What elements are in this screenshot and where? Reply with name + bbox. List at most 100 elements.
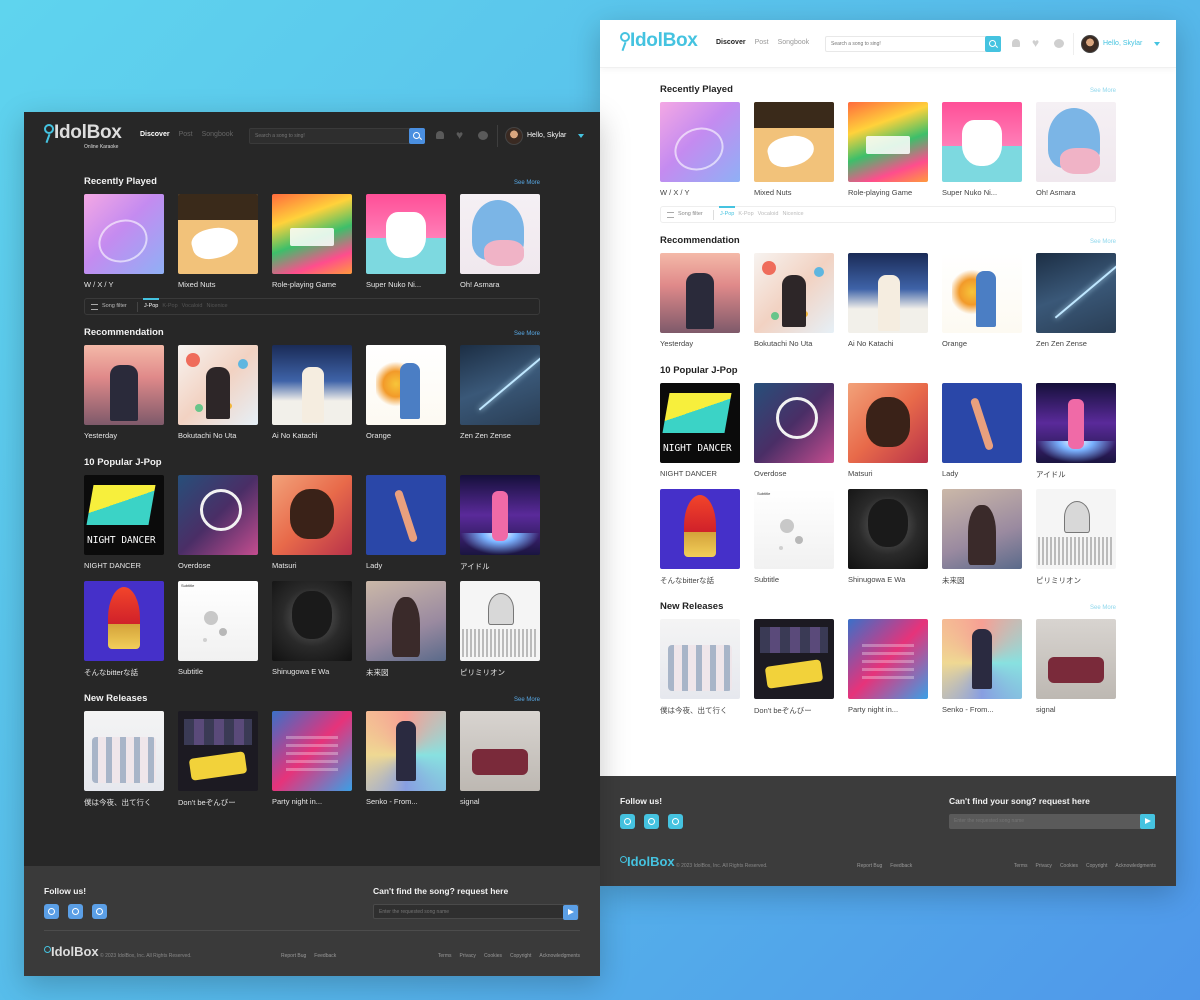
song-card[interactable]: Shinugowa E Wa <box>848 489 928 585</box>
song-card[interactable]: Senko - From... <box>366 711 446 807</box>
song-card[interactable]: Zen Zen Zense <box>460 345 540 441</box>
avatar[interactable] <box>505 127 523 145</box>
twitter-icon[interactable] <box>668 814 683 829</box>
filter-tab-kpop[interactable]: K-Pop <box>162 303 177 309</box>
song-card[interactable]: Role-playing Game <box>848 102 928 198</box>
song-card[interactable]: 未来図 <box>942 489 1022 585</box>
song-card[interactable]: 僕は今夜、出て行く <box>84 711 164 807</box>
song-card[interactable]: Orange <box>366 345 446 441</box>
song-card[interactable]: Mixed Nuts <box>178 194 258 290</box>
chat-icon[interactable] <box>1054 39 1064 49</box>
song-card[interactable]: Shinugowa E Wa <box>272 581 352 677</box>
filter-tab-nicenice[interactable]: Nicenice <box>782 211 803 217</box>
see-more-link[interactable]: See More <box>1090 88 1116 94</box>
heart-icon[interactable] <box>1032 36 1042 50</box>
bell-icon[interactable] <box>1011 39 1021 49</box>
copyright-link[interactable]: Copyright <box>1086 863 1107 869</box>
song-card[interactable]: アイドル <box>1036 383 1116 479</box>
song-card[interactable]: Super Nuko Ni... <box>366 194 446 290</box>
cookies-link[interactable]: Cookies <box>1060 863 1078 869</box>
song-card[interactable]: Matsuri <box>848 383 928 479</box>
song-card[interactable]: Party night in... <box>848 619 928 715</box>
filter-tab-vocaloid[interactable]: Vocaloid <box>758 211 779 217</box>
song-card[interactable]: Overdose <box>754 383 834 479</box>
nav-songbook[interactable]: Songbook <box>778 39 810 46</box>
song-card[interactable]: Lady <box>942 383 1022 479</box>
song-card[interactable]: Yesterday <box>84 345 164 441</box>
idolbox-logo[interactable]: IdolBox <box>620 30 698 58</box>
search-input[interactable] <box>250 129 410 143</box>
acknowledgments-link[interactable]: Acknowledgments <box>539 953 580 959</box>
terms-link[interactable]: Terms <box>1014 863 1028 869</box>
song-card[interactable]: Don't beぞんびー <box>178 711 258 807</box>
request-input[interactable] <box>374 905 564 918</box>
footer-logo[interactable]: IdolBox <box>620 854 675 874</box>
feedback-link[interactable]: Feedback <box>314 953 336 959</box>
filter-tab-jpop[interactable]: J-Pop <box>718 206 736 217</box>
see-more-link[interactable]: See More <box>514 180 540 186</box>
nav-discover[interactable]: Discover <box>140 131 170 138</box>
user-greeting[interactable]: Hello, Skylar <box>527 132 566 139</box>
song-card[interactable]: Ai No Katachi <box>272 345 352 441</box>
song-card[interactable]: Lady <box>366 475 446 571</box>
song-card[interactable]: W / X / Y <box>660 102 740 198</box>
chat-icon[interactable] <box>478 131 488 141</box>
song-card[interactable]: Zen Zen Zense <box>1036 253 1116 349</box>
send-icon[interactable] <box>1140 814 1155 829</box>
song-card[interactable]: NIGHT DANCER <box>84 475 164 571</box>
song-card[interactable]: Super Nuko Ni... <box>942 102 1022 198</box>
song-card[interactable]: Oh! Asmara <box>1036 102 1116 198</box>
song-card[interactable]: Mixed Nuts <box>754 102 834 198</box>
song-card[interactable]: Oh! Asmara <box>460 194 540 290</box>
song-card[interactable]: そんなbitterな話 <box>660 489 740 585</box>
heart-icon[interactable] <box>456 128 466 142</box>
nav-post[interactable]: Post <box>755 39 769 46</box>
song-card[interactable]: Ai No Katachi <box>848 253 928 349</box>
see-more-link[interactable]: See More <box>1090 239 1116 245</box>
filter-tab-nicenice[interactable]: Nicenice <box>206 303 227 309</box>
song-card[interactable]: Overdose <box>178 475 258 571</box>
song-card[interactable]: Subtitle <box>178 581 258 677</box>
chevron-down-icon[interactable] <box>578 134 584 138</box>
song-card[interactable]: 僕は今夜、出て行く <box>660 619 740 715</box>
cookies-link[interactable]: Cookies <box>484 953 502 959</box>
song-card[interactable]: Don't beぞんびー <box>754 619 834 715</box>
song-card[interactable]: そんなbitterな話 <box>84 581 164 677</box>
song-card[interactable]: Senko - From... <box>942 619 1022 715</box>
instagram-icon[interactable] <box>68 904 83 919</box>
twitter-icon[interactable] <box>92 904 107 919</box>
song-card[interactable]: ピリミリオン <box>460 581 540 677</box>
song-card[interactable]: Bokutachi No Uta <box>754 253 834 349</box>
song-card[interactable]: Yesterday <box>660 253 740 349</box>
see-more-link[interactable]: See More <box>1090 605 1116 611</box>
song-card[interactable]: Matsuri <box>272 475 352 571</box>
song-card[interactable]: Role-playing Game <box>272 194 352 290</box>
bell-icon[interactable] <box>435 131 445 141</box>
filter-tab-jpop[interactable]: J-Pop <box>142 298 160 309</box>
song-card[interactable]: signal <box>460 711 540 807</box>
song-card[interactable]: Party night in... <box>272 711 352 807</box>
instagram-icon[interactable] <box>644 814 659 829</box>
song-card[interactable]: アイドル <box>460 475 540 571</box>
privacy-link[interactable]: Privacy <box>1036 863 1052 869</box>
acknowledgments-link[interactable]: Acknowledgments <box>1115 863 1156 869</box>
song-card[interactable]: ピリミリオン <box>1036 489 1116 585</box>
nav-discover[interactable]: Discover <box>716 39 746 46</box>
report-bug-link[interactable]: Report Bug <box>281 953 306 959</box>
song-card[interactable]: Orange <box>942 253 1022 349</box>
search-button[interactable] <box>985 36 1001 52</box>
terms-link[interactable]: Terms <box>438 953 452 959</box>
nav-post[interactable]: Post <box>179 131 193 138</box>
user-greeting[interactable]: Hello, Skylar <box>1103 40 1142 47</box>
filter-tab-vocaloid[interactable]: Vocaloid <box>182 303 203 309</box>
report-bug-link[interactable]: Report Bug <box>857 863 882 869</box>
song-card[interactable]: signal <box>1036 619 1116 715</box>
request-input[interactable] <box>949 814 1139 827</box>
song-card[interactable]: Bokutachi No Uta <box>178 345 258 441</box>
song-card[interactable]: NIGHT DANCER <box>660 383 740 479</box>
facebook-icon[interactable] <box>620 814 635 829</box>
search-input[interactable] <box>826 37 986 51</box>
filter-tab-kpop[interactable]: K-Pop <box>738 211 753 217</box>
copyright-link[interactable]: Copyright <box>510 953 531 959</box>
footer-logo[interactable]: IdolBox <box>44 944 99 964</box>
